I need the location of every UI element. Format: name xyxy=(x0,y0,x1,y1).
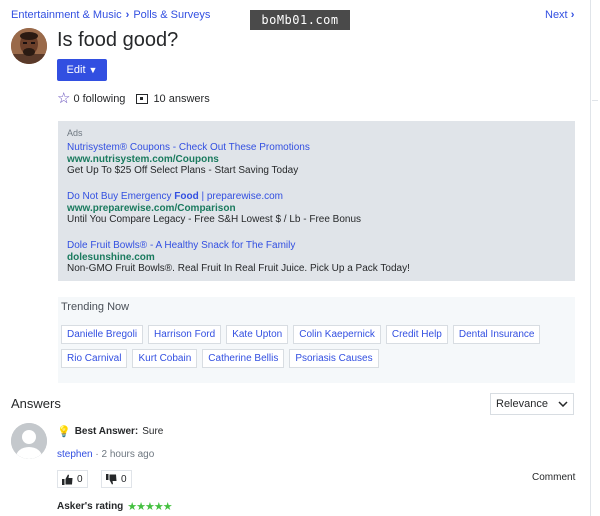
chevron-right-icon: › xyxy=(570,9,575,21)
trending-heading: Trending Now xyxy=(61,301,130,313)
ad-description: Until You Compare Legacy - Free S&H Lowe… xyxy=(67,214,362,225)
best-answer-text: Sure xyxy=(142,426,164,437)
answerer-avatar[interactable] xyxy=(11,423,47,459)
trending-chip[interactable]: Harrison Ford xyxy=(148,325,222,344)
trending-chip[interactable]: Kate Upton xyxy=(226,325,289,344)
trending-chip[interactable]: Rio Carnival xyxy=(61,349,128,368)
breadcrumb-polls[interactable]: Polls & Surveys xyxy=(133,9,210,21)
ad-url[interactable]: dolesunshine.com xyxy=(67,252,410,264)
chevron-down-icon xyxy=(558,401,568,407)
answer-username[interactable]: stephen xyxy=(57,449,93,460)
answers-count: 10 answers xyxy=(153,92,210,105)
thumbs-down-count: 0 xyxy=(121,473,127,485)
lightbulb-icon: 💡 xyxy=(57,426,71,438)
trending-chip[interactable]: Kurt Cobain xyxy=(132,349,198,368)
chevron-down-icon: ▼ xyxy=(88,65,98,75)
trending-chip[interactable]: Danielle Bregoli xyxy=(61,325,144,344)
breadcrumb: Entertainment & Music › Polls & Surveys xyxy=(11,9,210,21)
next-link[interactable]: Next › xyxy=(545,9,574,21)
thumbs-up-icon xyxy=(62,474,73,485)
watermark: boMb01.com xyxy=(250,10,350,30)
comment-link[interactable]: Comment xyxy=(532,472,575,483)
trending-chips: Danielle Bregoli Harrison Ford Kate Upto… xyxy=(61,325,561,368)
trending-chip[interactable]: Catherine Bellis xyxy=(202,349,285,368)
right-divider xyxy=(590,0,591,516)
star-outline-icon[interactable]: ☆ xyxy=(57,91,70,106)
best-answer: 💡 Best Answer: Sure xyxy=(57,425,163,438)
ad-url[interactable]: www.nutrisystem.com/Coupons xyxy=(67,154,310,166)
ad-description: Non-GMO Fruit Bowls®. Real Fruit In Real… xyxy=(67,263,410,274)
rating-stars-icon: ★★★★★ xyxy=(127,501,172,513)
thumbs-up-button[interactable]: 0 xyxy=(57,470,88,488)
sort-label: Relevance xyxy=(496,398,548,410)
ad-item[interactable]: Do Not Buy Emergency Food | preparewise.… xyxy=(67,191,361,226)
breadcrumb-entertainment[interactable]: Entertainment & Music xyxy=(11,9,122,21)
trending-chip[interactable]: Colin Kaepernick xyxy=(293,325,381,344)
sort-dropdown[interactable]: Relevance xyxy=(490,393,574,415)
ad-description: Get Up To $25 Off Select Plans - Start S… xyxy=(67,165,299,176)
question-title: Is food good? xyxy=(57,29,179,51)
thumbs-down-icon xyxy=(106,473,117,484)
answer-time: · 2 hours ago xyxy=(95,449,155,460)
answers-icon xyxy=(136,93,149,104)
edit-label: Edit xyxy=(66,64,86,76)
answer-meta: stephen · 2 hours ago xyxy=(57,449,154,460)
trending-chip[interactable]: Psoriasis Causes xyxy=(289,349,379,368)
right-divider-tick xyxy=(592,100,598,101)
ads-panel: Ads Nutrisystem® Coupons - Check Out The… xyxy=(58,121,575,281)
thumbs-up-count: 0 xyxy=(77,473,83,485)
next-label: Next xyxy=(545,9,568,21)
ad-title[interactable]: Do Not Buy Emergency Food | preparewise.… xyxy=(67,191,361,203)
ad-item[interactable]: Dole Fruit Bowls® - A Healthy Snack for … xyxy=(67,240,410,275)
ads-label: Ads xyxy=(67,128,83,138)
breadcrumb-separator: › xyxy=(125,9,130,21)
trending-chip[interactable]: Credit Help xyxy=(385,325,448,344)
question-stats: ☆ 0 following 10 answers xyxy=(57,91,210,106)
asker-avatar[interactable] xyxy=(11,28,47,64)
ad-title[interactable]: Dole Fruit Bowls® - A Healthy Snack for … xyxy=(67,240,410,252)
asker-rating-label: Asker's rating xyxy=(57,501,124,512)
ad-url[interactable]: www.preparewise.com/Comparison xyxy=(67,203,361,215)
asker-rating: Asker's rating ★★★★★ xyxy=(57,500,173,513)
trending-panel: Trending Now Danielle Bregoli Harrison F… xyxy=(58,297,575,383)
edit-button[interactable]: Edit ▼ xyxy=(57,59,107,81)
best-answer-label: Best Answer: xyxy=(74,426,139,437)
trending-chip[interactable]: Dental Insurance xyxy=(452,325,541,344)
ad-title[interactable]: Nutrisystem® Coupons - Check Out These P… xyxy=(67,142,310,154)
thumbs-down-button[interactable]: 0 xyxy=(101,470,132,488)
following-count[interactable]: 0 following xyxy=(73,93,125,105)
ad-item[interactable]: Nutrisystem® Coupons - Check Out These P… xyxy=(67,142,310,177)
answers-heading: Answers xyxy=(11,396,61,411)
